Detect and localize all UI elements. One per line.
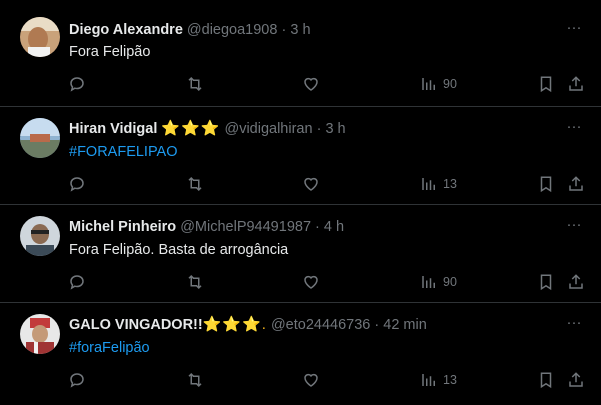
- tweet-header: GALO VINGADOR!!⭐⭐⭐. @eto24446736 · 42 mi…: [69, 315, 427, 335]
- like-button[interactable]: [302, 272, 320, 292]
- bookmark-button[interactable]: [537, 272, 555, 292]
- bookmark-icon: [540, 274, 552, 291]
- more-icon[interactable]: ···: [565, 119, 583, 139]
- retweet-button[interactable]: [186, 174, 204, 194]
- more-icon[interactable]: ···: [565, 217, 583, 237]
- share-icon: [569, 176, 583, 191]
- like-icon: [304, 275, 318, 289]
- retweet-icon: [188, 76, 202, 92]
- like-icon: [304, 373, 318, 387]
- author-handle[interactable]: @MichelP94491987: [180, 219, 311, 235]
- like-button[interactable]: [302, 174, 320, 194]
- separator-dot: ·: [374, 317, 380, 333]
- bookmark-button[interactable]: [537, 174, 555, 194]
- author-handle[interactable]: @vidigalhiran: [224, 121, 312, 137]
- tweet-text: Fora Felipão: [69, 44, 151, 60]
- avatar[interactable]: [20, 314, 60, 354]
- timestamp[interactable]: 3 h: [325, 121, 345, 137]
- more-icon[interactable]: ···: [565, 20, 583, 40]
- name-stars: ⭐⭐⭐: [161, 120, 221, 137]
- timestamp[interactable]: 3 h: [290, 22, 310, 38]
- reply-button[interactable]: [68, 74, 86, 94]
- share-icon: [569, 274, 583, 289]
- reply-icon: [70, 77, 84, 92]
- reply-button[interactable]: [68, 370, 86, 390]
- tweet-header: Michel Pinheiro @MichelP94491987 · 4 h: [69, 217, 344, 237]
- share-button[interactable]: [567, 272, 585, 292]
- like-icon: [304, 177, 318, 191]
- views-count: 13: [443, 373, 457, 387]
- tweet-header: Diego Alexandre @diegoa1908 · 3 h: [69, 20, 311, 40]
- retweet-button[interactable]: [186, 272, 204, 292]
- separator-dot: ·: [316, 121, 322, 137]
- tweet[interactable]: Diego Alexandre @diegoa1908 · 3 h ··· Fo…: [0, 0, 601, 107]
- tweet-actions: 90: [0, 272, 601, 292]
- separator-dot: ·: [315, 219, 320, 235]
- views-icon: [422, 374, 435, 386]
- separator-dot: ·: [281, 22, 287, 38]
- author-name[interactable]: GALO VINGADOR!!: [69, 317, 203, 333]
- reply-icon: [70, 373, 84, 388]
- author-name[interactable]: Diego Alexandre: [69, 22, 183, 38]
- tweet-text: Fora Felipão. Basta de arrogância: [69, 242, 289, 258]
- tweet-actions: 13: [0, 370, 601, 390]
- views-button[interactable]: 13: [420, 174, 457, 194]
- tweet-actions: 90: [0, 74, 601, 94]
- share-button[interactable]: [567, 174, 585, 194]
- views-button[interactable]: 90: [420, 74, 457, 94]
- views-icon: [422, 178, 435, 190]
- like-button[interactable]: [302, 370, 320, 390]
- avatar[interactable]: [20, 118, 60, 158]
- avatar[interactable]: [20, 17, 60, 57]
- views-icon: [422, 276, 435, 288]
- retweet-icon: [188, 176, 202, 192]
- tweet-header: Hiran Vidigal ⭐⭐⭐ @vidigalhiran · 3 h: [69, 119, 346, 139]
- share-button[interactable]: [567, 74, 585, 94]
- retweet-icon: [188, 372, 202, 388]
- tweet[interactable]: Hiran Vidigal ⭐⭐⭐ @vidigalhiran · 3 h ··…: [0, 107, 601, 205]
- author-handle[interactable]: @diegoa1908: [187, 22, 278, 38]
- timestamp[interactable]: 4 h: [324, 219, 344, 235]
- reply-button[interactable]: [68, 174, 86, 194]
- retweet-button[interactable]: [186, 370, 204, 390]
- author-handle[interactable]: @eto24446736: [271, 317, 370, 333]
- views-count: 90: [443, 275, 457, 289]
- avatar[interactable]: [20, 216, 60, 256]
- timeline-feed: Diego Alexandre @diegoa1908 · 3 h ··· Fo…: [0, 0, 601, 405]
- views-count: 90: [443, 77, 457, 91]
- more-icon[interactable]: ···: [565, 315, 583, 335]
- reply-icon: [70, 275, 84, 290]
- bookmark-button[interactable]: [537, 74, 555, 94]
- tweet[interactable]: GALO VINGADOR!!⭐⭐⭐. @eto24446736 · 42 mi…: [0, 303, 601, 405]
- hashtag-link[interactable]: #FORAFELIPAO: [69, 142, 178, 162]
- bookmark-icon: [540, 176, 552, 193]
- share-icon: [569, 76, 583, 91]
- views-icon: [422, 78, 435, 90]
- tweet-actions: 13: [0, 174, 601, 194]
- share-icon: [569, 372, 583, 387]
- share-button[interactable]: [567, 370, 585, 390]
- views-button[interactable]: 13: [420, 370, 457, 390]
- bookmark-button[interactable]: [537, 370, 555, 390]
- like-button[interactable]: [302, 74, 320, 94]
- hashtag-link[interactable]: #foraFelipão: [69, 338, 150, 358]
- reply-icon: [70, 177, 84, 192]
- author-name[interactable]: Michel Pinheiro: [69, 219, 176, 235]
- views-button[interactable]: 90: [420, 272, 457, 292]
- retweet-button[interactable]: [186, 74, 204, 94]
- bookmark-icon: [540, 76, 552, 93]
- bookmark-icon: [540, 372, 552, 389]
- views-count: 13: [443, 177, 457, 191]
- tweet[interactable]: Michel Pinheiro @MichelP94491987 · 4 h ·…: [0, 205, 601, 303]
- reply-button[interactable]: [68, 272, 86, 292]
- author-name[interactable]: Hiran Vidigal: [69, 121, 157, 137]
- name-stars: ⭐⭐⭐.: [202, 316, 267, 333]
- retweet-icon: [188, 274, 202, 290]
- like-icon: [304, 77, 318, 91]
- timestamp[interactable]: 42 min: [383, 317, 427, 333]
